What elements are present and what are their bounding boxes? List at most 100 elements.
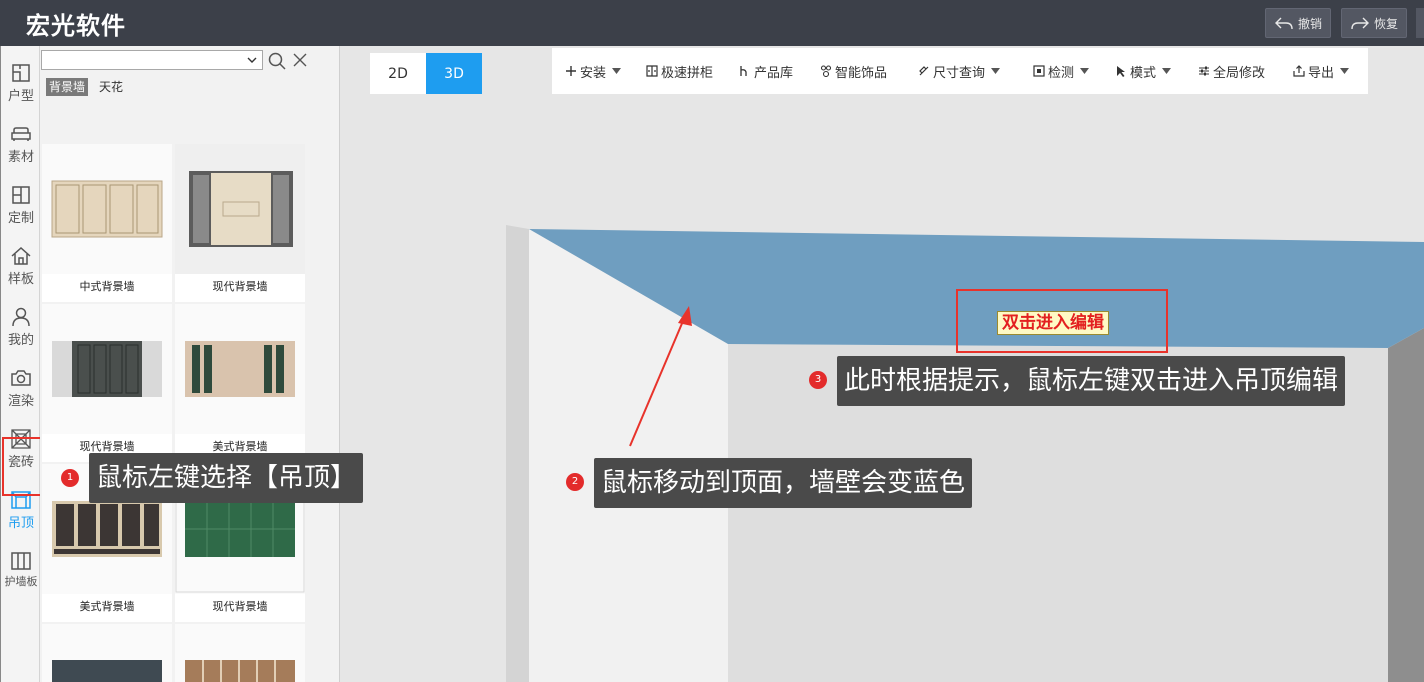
tool-install[interactable]: 安装 (565, 62, 622, 81)
sidebar-item-label: 渲染 (7, 394, 34, 409)
step-badge-3: 3 (809, 371, 827, 389)
tool-label: 检测 (1048, 65, 1075, 81)
caret-down-icon (1080, 68, 1090, 74)
item-name: 现代背景墙 (212, 280, 268, 293)
tool-export[interactable]: 导出 (1293, 62, 1350, 81)
caret-down-icon (1162, 68, 1172, 74)
plus-icon (566, 66, 576, 76)
chevron-down-icon (247, 57, 257, 63)
sidebar-item-label: 我的 (7, 333, 34, 348)
tool-label: 产品库 (754, 65, 794, 81)
step-badge-2: 2 (566, 473, 584, 491)
search-select[interactable] (41, 50, 263, 70)
item-thumbnail (42, 304, 172, 434)
catalog-item[interactable]: 美式背景墙 (175, 304, 305, 462)
tool-label: 极速拼柜 (661, 65, 714, 81)
house-icon (11, 246, 31, 265)
subtab-background-wall[interactable]: 背景墙 (46, 78, 89, 96)
step-badge-1: 1 (61, 469, 79, 487)
catalog-item[interactable] (175, 624, 305, 682)
redo-icon (1351, 17, 1369, 30)
sidebar-item-material[interactable]: 素材 (1, 109, 41, 167)
sidebar-item-label: 样板 (7, 272, 34, 287)
tool-dimension-query[interactable]: 尺寸查询 (918, 62, 1001, 81)
tool-label: 全局修改 (1213, 65, 1266, 81)
sidebar-item-label: 户型 (7, 89, 34, 104)
ceiling-icon (11, 491, 31, 509)
catalog-item[interactable]: 中式背景墙 (42, 144, 172, 302)
sidebar-item-label: 护墙板 (4, 575, 38, 588)
callout-step-3: 此时根据提示，鼠标左键双击进入吊顶编辑 (837, 356, 1346, 406)
item-name: 现代背景墙 (79, 440, 135, 453)
check-icon (1033, 65, 1045, 77)
item-thumbnail (175, 304, 305, 434)
callout-step-1: 鼠标左键选择【吊顶】 (89, 453, 364, 503)
user-icon (12, 307, 30, 327)
decor-icon (820, 65, 832, 77)
sidebar-item-floorplan[interactable]: 户型 (1, 48, 41, 106)
sidebar-item-label: 瓷砖 (7, 455, 34, 470)
cabinet-icon (646, 65, 658, 77)
wall-panel-icon (11, 552, 31, 570)
tool-label: 智能饰品 (835, 65, 888, 81)
tool-smart-decor[interactable]: 智能饰品 (820, 62, 888, 81)
search-icon[interactable] (268, 52, 286, 70)
sofa-icon (11, 127, 31, 141)
sidebar: 户型 素材 定制 样板 我的 渲染 瓷砖 吊顶 护墙板 (0, 46, 40, 682)
caret-down-icon (612, 68, 622, 74)
item-name: 现代背景墙 (212, 600, 268, 613)
cabinet-icon (12, 186, 30, 204)
view-3d-button[interactable]: 3D (426, 53, 482, 94)
item-thumbnail (42, 144, 172, 274)
camera-icon (11, 370, 31, 386)
ruler-icon (919, 66, 929, 76)
main-toolbar: 安装 极速拼柜 产品库 智能饰品 尺寸查询 检测 模式 全局修改 导出 (552, 48, 1368, 94)
tool-label: 导出 (1308, 65, 1335, 81)
subtab-ceiling[interactable]: 天花 (96, 78, 126, 96)
sliders-icon (1199, 66, 1209, 76)
close-icon[interactable] (292, 52, 308, 68)
edit-hint-tooltip: 双击进入编辑 (997, 311, 1109, 335)
sidebar-item-mine[interactable]: 我的 (1, 292, 41, 350)
top-bar: 宏光软件 撤销 恢复 (0, 0, 1424, 46)
top-button-partial[interactable] (1416, 8, 1424, 38)
caret-down-icon (1340, 68, 1350, 74)
tool-mode[interactable]: 模式 (1115, 62, 1172, 81)
tool-label: 安装 (580, 65, 607, 81)
floorplan-icon (12, 64, 30, 82)
sidebar-item-label: 吊顶 (7, 516, 34, 531)
tool-label: 模式 (1130, 65, 1157, 81)
sidebar-item-template[interactable]: 样板 (1, 231, 41, 289)
catalog-item[interactable]: 现代背景墙 (42, 304, 172, 462)
sidebar-item-custom[interactable]: 定制 (1, 170, 41, 228)
item-thumbnail (175, 144, 305, 274)
catalog-item[interactable] (42, 624, 172, 682)
sidebar-item-tile[interactable]: 瓷砖 (1, 414, 41, 472)
sidebar-item-render[interactable]: 渲染 (1, 353, 41, 411)
cursor-icon (1117, 66, 1125, 77)
item-thumbnail (42, 624, 172, 682)
sidebar-item-label: 素材 (7, 150, 34, 165)
catalog-panel: 背景墙 天花 中式背景墙 现代背景墙 现代背景墙 美式背景墙 美式背景墙 现代背… (40, 46, 340, 682)
undo-icon (1275, 17, 1293, 30)
tile-icon (11, 429, 31, 449)
product-icon (740, 66, 747, 76)
item-name: 美式背景墙 (212, 440, 268, 453)
tool-quick-cabinet[interactable]: 极速拼柜 (646, 62, 714, 81)
tool-label: 尺寸查询 (933, 65, 986, 81)
undo-button[interactable]: 撤销 (1265, 8, 1332, 38)
export-icon (1293, 65, 1305, 77)
catalog-item[interactable]: 现代背景墙 (175, 144, 305, 302)
redo-label: 恢复 (1374, 16, 1399, 31)
sidebar-item-wall-panel[interactable]: 护墙板 (1, 536, 41, 594)
tool-global-modify[interactable]: 全局修改 (1198, 62, 1266, 81)
tool-detect[interactable]: 检测 (1033, 62, 1090, 81)
tool-product-library[interactable]: 产品库 (739, 62, 794, 81)
undo-label: 撤销 (1298, 16, 1323, 31)
redo-button[interactable]: 恢复 (1341, 8, 1408, 38)
item-name: 美式背景墙 (79, 600, 135, 613)
sidebar-item-ceiling[interactable]: 吊顶 (1, 475, 41, 533)
view-2d-button[interactable]: 2D (370, 53, 426, 94)
sidebar-item-label: 定制 (7, 211, 34, 226)
item-thumbnail (175, 624, 305, 682)
